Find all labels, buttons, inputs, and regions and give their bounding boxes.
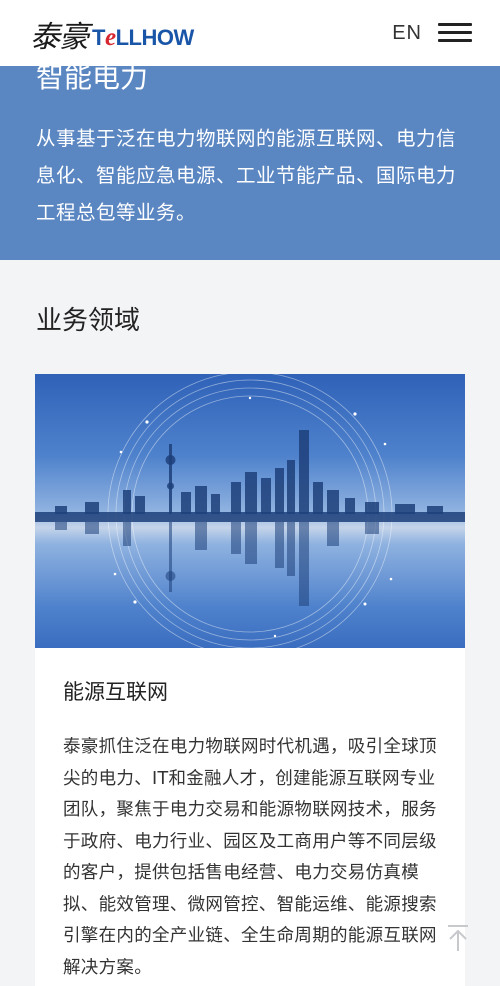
arrow-up-icon[interactable] [446, 924, 470, 952]
logo-chinese-text: 泰豪 [30, 20, 89, 55]
hero-banner: 智能电力 从事基于泛在电力物联网的能源互联网、电力信息化、智能应急电源、工业节能… [0, 61, 500, 260]
tellhow-logo[interactable]: 泰豪 TeLLHOW [30, 13, 194, 53]
site-header: 泰豪 TeLLHOW EN [0, 0, 500, 66]
business-card-energy-internet[interactable]: 能源互联网 泰豪抓住泛在电力物联网时代机遇，吸引全球顶尖的电力、IT和金融人才，… [35, 374, 465, 986]
section-title: 业务领域 [36, 306, 141, 336]
city-skyline-image [35, 374, 465, 648]
card-body: 能源互联网 泰豪抓住泛在电力物联网时代机遇，吸引全球顶尖的电力、IT和金融人才，… [35, 648, 465, 984]
language-switch-en[interactable]: EN [392, 22, 422, 45]
hero-description: 从事基于泛在电力物联网的能源互联网、电力信息化、智能应急电源、工业节能产品、国际… [36, 127, 457, 224]
hamburger-icon[interactable] [438, 23, 472, 43]
logo-english-text: TeLLHOW [92, 24, 194, 51]
header-actions: EN [392, 22, 472, 45]
hero-title: 智能电力 [36, 61, 149, 94]
card-description: 泰豪抓住泛在电力物联网时代机遇，吸引全球顶尖的电力、IT和金融人才，创建能源互联… [63, 737, 437, 978]
card-title: 能源互联网 [63, 680, 168, 704]
